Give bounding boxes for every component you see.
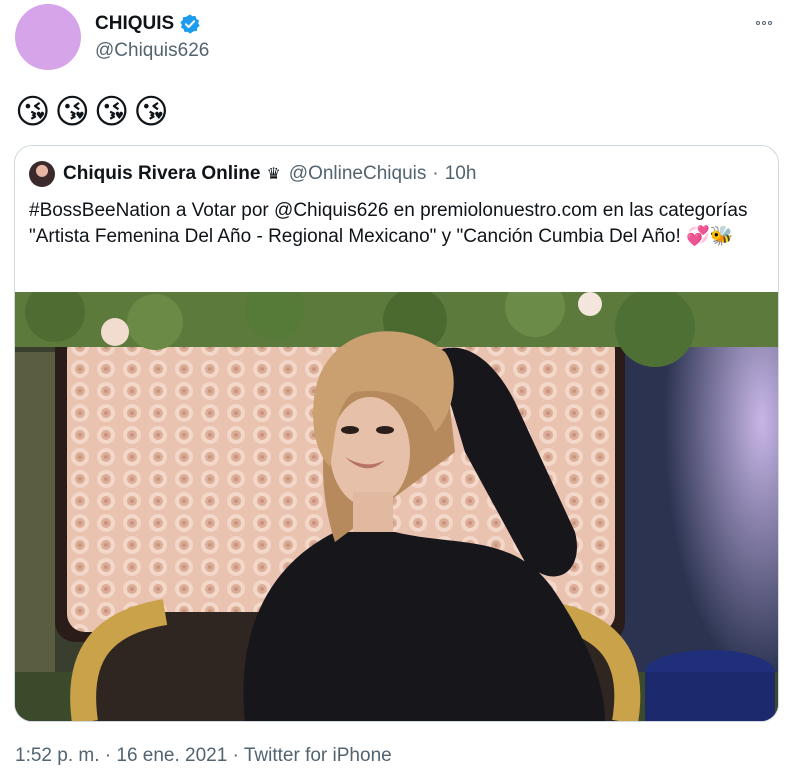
- verified-badge-icon: [179, 13, 201, 35]
- author-handle[interactable]: @Chiquis626: [95, 40, 209, 62]
- more-options-icon[interactable]: [749, 12, 779, 34]
- quoted-author-name[interactable]: Chiquis Rivera Online: [63, 163, 260, 185]
- quoted-tweet-card[interactable]: Chiquis Rivera Online ♛ @OnlineChiquis ·…: [14, 145, 779, 722]
- separator-dot: ·: [432, 163, 439, 184]
- quoted-author-handle[interactable]: @OnlineChiquis: [289, 163, 427, 185]
- quoted-tweet-photo[interactable]: [15, 292, 778, 722]
- quoted-tweet-time[interactable]: 10h: [445, 163, 477, 185]
- author-name-row[interactable]: CHIQUIS: [95, 13, 201, 35]
- footer-separator: ·: [227, 745, 244, 766]
- author-display-name[interactable]: CHIQUIS: [95, 13, 174, 35]
- quoted-author-avatar[interactable]: [29, 161, 55, 187]
- author-avatar[interactable]: [15, 4, 81, 70]
- crown-icon: ♛: [266, 166, 281, 183]
- tweet-source[interactable]: Twitter for iPhone: [244, 745, 392, 766]
- tweet-timestamp[interactable]: 1:52 p. m. · 16 ene. 2021: [15, 745, 227, 766]
- quoted-tweet-text: #BossBeeNation a Votar por @Chiquis626 e…: [29, 200, 748, 247]
- tweet-text: 😘😘😘😘: [15, 93, 173, 131]
- quoted-tweet-header: Chiquis Rivera Online ♛ @OnlineChiquis ·…: [29, 159, 476, 189]
- tweet-footer: 1:52 p. m. · 16 ene. 2021 · Twitter for …: [15, 745, 392, 767]
